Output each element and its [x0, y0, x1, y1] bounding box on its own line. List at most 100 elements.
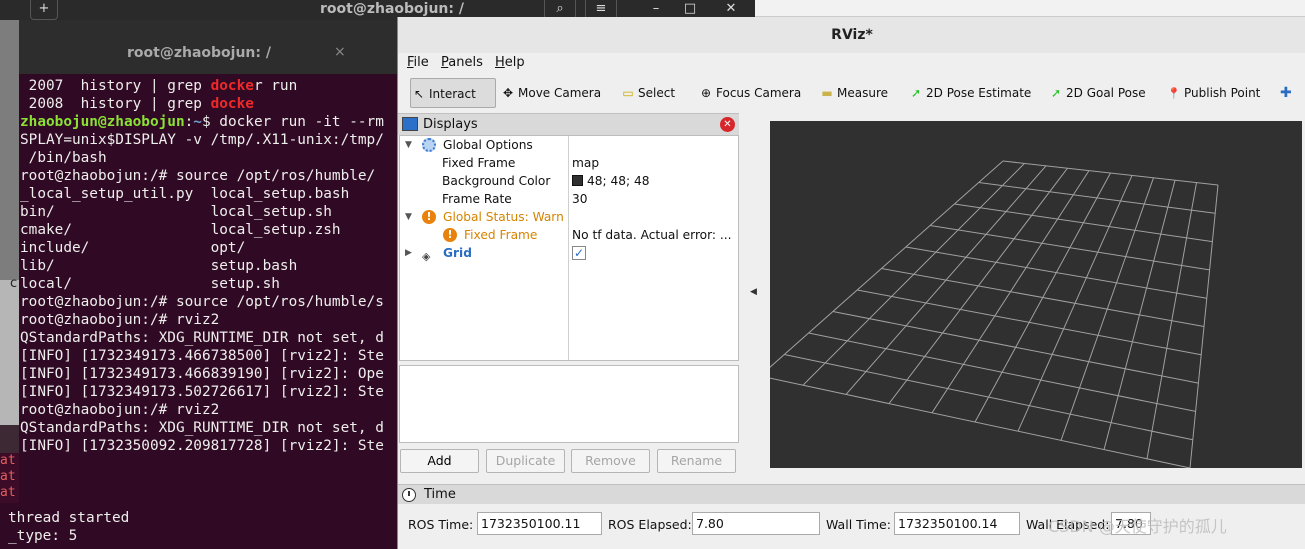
tab-close-icon[interactable]: × [334, 44, 346, 60]
pose-estimate-icon: ➚ [910, 86, 922, 100]
tree-row-background-color[interactable]: Background Color 48; 48; 48 [400, 172, 738, 190]
focus-camera-icon: ⊕ [700, 86, 712, 100]
terminal-line: lib/ setup.bash [20, 257, 384, 275]
terminal-text: QStandardPaths: XDG_RUNTIME_DIR not set,… [20, 330, 384, 346]
tree-row-frame-rate[interactable]: Frame Rate 30 [400, 190, 738, 208]
grid-enabled-checkbox[interactable]: ✓ [572, 246, 586, 260]
terminal-text: $ docker run -it --rm [201, 114, 384, 130]
tree-row-fixed-frame-status[interactable]: ! Fixed Frame No tf data. Actual error: … [400, 226, 738, 244]
menu-panels[interactable]: Panels [441, 55, 483, 70]
expand-arrow-icon[interactable]: ▼ [405, 208, 412, 226]
tool-focus-camera[interactable]: ⊕ Focus Camera [698, 78, 801, 108]
tool-2d-pose-estimate[interactable]: ➚ 2D Pose Estimate [908, 78, 1031, 108]
wall-time-label: Wall Time: [826, 517, 891, 532]
move-camera-icon: ✥ [502, 86, 514, 100]
tree-row-value[interactable]: 48; 48; 48 [572, 172, 650, 190]
tool-toolbar: ↖ Interact ✥ Move Camera ▭ Select ⊕ Focus Ca… [398, 74, 1305, 110]
background-terminal-line: thread started [8, 510, 130, 526]
ros-time-field[interactable]: 1732350100.11 [477, 512, 602, 535]
terminal-line: bin/ local_setup.sh [20, 203, 384, 221]
3d-viewport[interactable] [770, 121, 1302, 468]
grid-line [1146, 182, 1197, 459]
close-icon: ✕ [725, 1, 737, 16]
terminal-line: QStandardPaths: XDG_RUNTIME_DIR not set,… [20, 419, 384, 437]
expand-arrow-icon[interactable]: ▼ [405, 136, 412, 154]
terminal-line: 2007 history | grep docker run [20, 77, 384, 95]
background-terminal[interactable]: at at at thread started _type: 5 [0, 453, 397, 549]
tree-row-value[interactable]: map [572, 154, 599, 172]
terminal-text: [INFO] [1732349173.466839190] [rviz2]: O… [20, 366, 384, 382]
duplicate-display-button[interactable]: Duplicate [486, 449, 565, 473]
interact-icon: ↖ [413, 87, 425, 101]
menubar: File Panels Help [398, 53, 1305, 73]
terminal-text: root@zhaobojun:/# rviz2 [20, 312, 220, 328]
collapse-panel-arrow-icon[interactable]: ◀ [750, 287, 757, 297]
grid-line [1189, 184, 1219, 468]
grid-icon: ◈ [422, 250, 431, 263]
tree-row-grid[interactable]: ▶ ◈ Grid ✓ [400, 244, 738, 263]
tool-label: Measure [837, 86, 888, 100]
terminal-line: /bin/bash [20, 149, 384, 167]
displays-tree[interactable]: ▼ Global Options Fixed Frame map Backgro… [399, 135, 739, 361]
grid-line [770, 160, 1004, 368]
tree-row-name: Fixed Frame [464, 228, 538, 242]
rviz-window: RViz* File Panels Help ↖ Interact ✥ Move C… [397, 17, 1305, 549]
grid-line [770, 377, 1191, 468]
strip-segment [0, 280, 19, 425]
terminal-tab[interactable]: root@zhaobojun: / × [19, 32, 397, 85]
tree-row-fixed-frame[interactable]: Fixed Frame map [400, 154, 738, 172]
terminal-text: : [184, 114, 194, 130]
search-icon: ⌕ [556, 1, 564, 16]
tool-label: 2D Pose Estimate [926, 86, 1032, 100]
time-panel-header: Time [398, 484, 1305, 504]
strip-segment [0, 20, 19, 280]
new-tab-button[interactable]: + [30, 0, 58, 20]
terminal-line: cmake/ local_setup.zsh [20, 221, 384, 239]
tool-publish-point[interactable]: 📍 Publish Point [1166, 78, 1260, 108]
tool-label: Focus Camera [716, 86, 802, 100]
tool-label: Select [638, 86, 676, 100]
terminal-line: [INFO] [1732349173.502726617] [rviz2]: S… [20, 383, 384, 401]
tree-row-name: Background Color [442, 174, 551, 188]
hamburger-menu-icon: ≡ [595, 1, 607, 16]
terminal-text: QStandardPaths: XDG_RUNTIME_DIR not set,… [20, 420, 384, 436]
tool-move-camera[interactable]: ✥ Move Camera [500, 78, 601, 108]
background-window-edge [755, 0, 1305, 17]
terminal-text: 2007 history | grep [20, 78, 211, 94]
menu-file[interactable]: File [407, 55, 429, 70]
tree-row-global-status[interactable]: ▼ ! Global Status: Warn [400, 208, 738, 226]
measure-icon: ▬ [821, 86, 833, 100]
tool-interact[interactable]: ↖ Interact [410, 78, 496, 108]
add-tool-button[interactable]: ✚ [1280, 78, 1292, 108]
background-terminal-rail: at at at [0, 453, 19, 503]
background-terminal-line: _type: 5 [8, 528, 78, 544]
terminal-line: include/ opt/ [20, 239, 384, 257]
property-description-box [399, 365, 739, 443]
terminal-text: zhaobojun@zhaobojun [20, 114, 185, 130]
remove-display-button[interactable]: Remove [571, 449, 650, 473]
rename-display-button[interactable]: Rename [657, 449, 736, 473]
ros-elapsed-field[interactable]: 7.80 [692, 512, 820, 535]
add-display-button[interactable]: Add [400, 449, 479, 473]
tool-measure[interactable]: ▬ Measure [819, 78, 888, 108]
tree-row-global-options[interactable]: ▼ Global Options [400, 136, 738, 154]
watermark: CSDN @天使守护的孤儿 [1048, 517, 1227, 536]
collapse-arrow-icon[interactable]: ▶ [405, 244, 412, 262]
grid-line [881, 268, 1205, 327]
maximize-icon: □ [683, 1, 697, 16]
tool-2d-goal-pose[interactable]: ➚ 2D Goal Pose [1048, 78, 1146, 108]
terminal-line: root@zhaobojun:/# source /opt/ros/humble… [20, 293, 384, 311]
menu-help[interactable]: Help [495, 55, 525, 70]
terminal-text: [INFO] [1732349173.466738500] [rviz2]: S… [20, 348, 384, 364]
tool-label: Publish Point [1184, 86, 1261, 100]
tool-label: 2D Goal Pose [1066, 86, 1146, 100]
warning-icon: ! [422, 210, 436, 224]
tree-row-name: Frame Rate [442, 192, 512, 206]
tree-row-value[interactable]: 30 [572, 190, 588, 208]
wall-time-field[interactable]: 1732350100.14 [894, 512, 1020, 535]
tool-select[interactable]: ▭ Select [620, 78, 675, 108]
ros-time-label: ROS Time: [408, 517, 474, 532]
close-panel-icon[interactable]: ✕ [720, 117, 735, 132]
grid-line [1060, 177, 1154, 441]
displays-panel-header: Displays ✕ [398, 113, 739, 135]
